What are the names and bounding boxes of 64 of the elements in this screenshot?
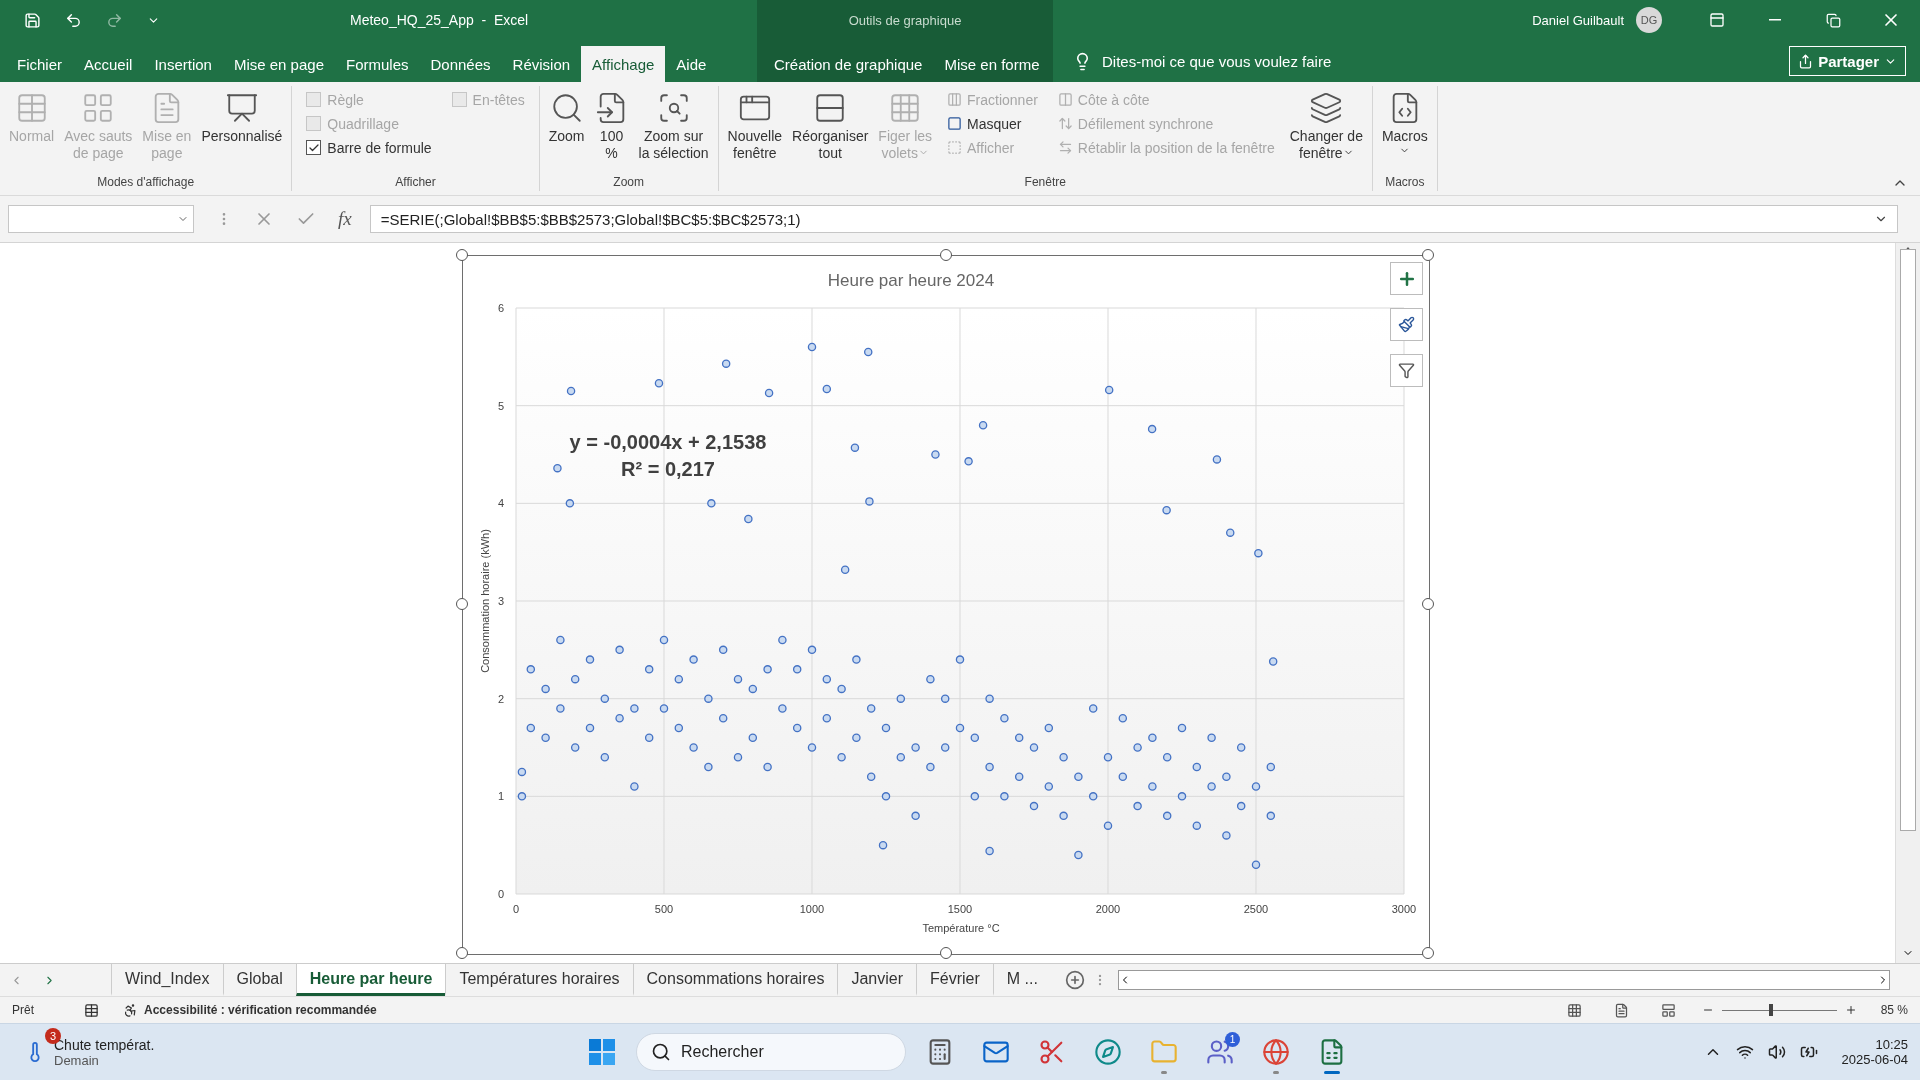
axis-title: Consommation horaire (kWh) [479,529,491,673]
axis-tick-label: 3 [497,595,504,607]
axis-tick-label: 0 [497,888,504,900]
clock-date[interactable]: 2025-06-04 [1841,1052,1908,1067]
insert-function-button[interactable]: fx [338,208,352,230]
chart-title: Heure par heure 2024 [827,271,995,290]
checkbox[interactable]: Barre de formule [306,138,432,157]
ribbon-tab[interactable]: Mise en page [222,46,335,82]
notification-badge: 1 [1225,1032,1240,1047]
ribbon-tab[interactable]: Révision [501,46,582,82]
ribbon-tab[interactable]: Mise en forme [933,46,1051,82]
axis-tick-label: 6 [497,302,504,314]
axis-tick-label: 2000 [1095,903,1121,915]
zoom-level[interactable]: 85 % [1880,1003,1908,1017]
axis-tick-label: 1000 [799,903,825,915]
ribbon-tab[interactable]: Données [419,46,502,82]
ribbon-tab[interactable]: Fichier [6,46,73,82]
axis-tick-label: 500 [654,903,674,915]
group-label: Zoom [612,175,645,191]
ribbon-tab[interactable]: Formules [335,46,420,82]
axis-tick-label: 4 [497,497,504,510]
user-name: Daniel Guilbault [1532,12,1624,28]
accessibility-status[interactable]: Accessibilité : vérification recommandée [144,1003,377,1017]
clock-time[interactable]: 10:25 [1875,1037,1908,1052]
ribbon-tab[interactable]: Insertion [143,46,223,82]
chart-area[interactable]: Heure par heure 2024 0 1 2 3 4 5 6 0 500 1000 1500 2000 2500 3000 Température °C Consommation horaire (kWh) y = -0,0004x + 2,1538 R² = 0,217 [462,255,1430,955]
taskbar-search-field[interactable]: Rechercher [636,1033,906,1071]
ribbon-button[interactable]: Personnalisé [198,86,286,175]
ribbon-button[interactable]: Macros [1378,86,1431,175]
ribbon-tab[interactable]: Création de graphique [763,46,934,82]
ribbon-button[interactable]: Zoom [545,86,588,175]
ribbon-button[interactable]: Nouvelle fenêtre [724,86,786,175]
group-label: Macros [1384,175,1426,191]
axis-title: Température °C [922,922,1000,934]
formula-field[interactable]: =SERIE(;Global!$BB$5:$BB$2573;Global!$BC$5:$BC$2573;1) [369,205,1898,233]
ribbon-button[interactable]: Réorganiser tout [789,86,872,175]
ribbon-button[interactable]: Masquer [947,114,1038,133]
axis-tick-label: 0 [512,903,520,915]
tell-me-field[interactable]: Dites-moi ce que vous voulez faire [1073,40,1332,82]
sheet-tab[interactable]: Heure par heure [295,964,446,996]
axis-tick-label: 3000 [1391,903,1417,915]
axis-tick-label: 1500 [947,903,973,915]
weather-subtitle[interactable]: Demain [54,1052,155,1068]
axis-tick-label: 5 [497,399,504,412]
trendline-equation: R² = 0,217 [621,458,715,480]
axis-tick-label: 2 [497,692,504,705]
status-mode: Prêt [12,1003,34,1017]
axis-tick-label: 1 [497,790,504,803]
group-label: Afficher [394,175,437,191]
context-title: Outils de graphique [848,12,962,28]
ribbon-button[interactable]: 100 % [591,86,632,175]
group-label: Modes d'affichage [96,175,196,191]
group-label: Fenêtre [1023,175,1067,191]
ribbon-tab[interactable]: Aide [665,46,718,82]
ribbon-tab[interactable]: Accueil [73,46,144,82]
ribbon-button[interactable]: Changer de fenêtre [1286,86,1366,175]
share-button[interactable]: Partager [1789,46,1906,76]
axis-tick-label: 2500 [1243,903,1269,915]
user-avatar[interactable]: DG [1636,7,1662,33]
ribbon-button[interactable]: Zoom sur la sélection [635,86,712,175]
ribbon-tab[interactable]: Affichage [581,46,666,82]
taskbar-app-button[interactable]: 1 [1198,1030,1242,1074]
window-title: Meteo_HQ_25_App - Excel [350,12,529,28]
trendline-equation: y = -0,0004x + 2,1538 [569,431,767,453]
